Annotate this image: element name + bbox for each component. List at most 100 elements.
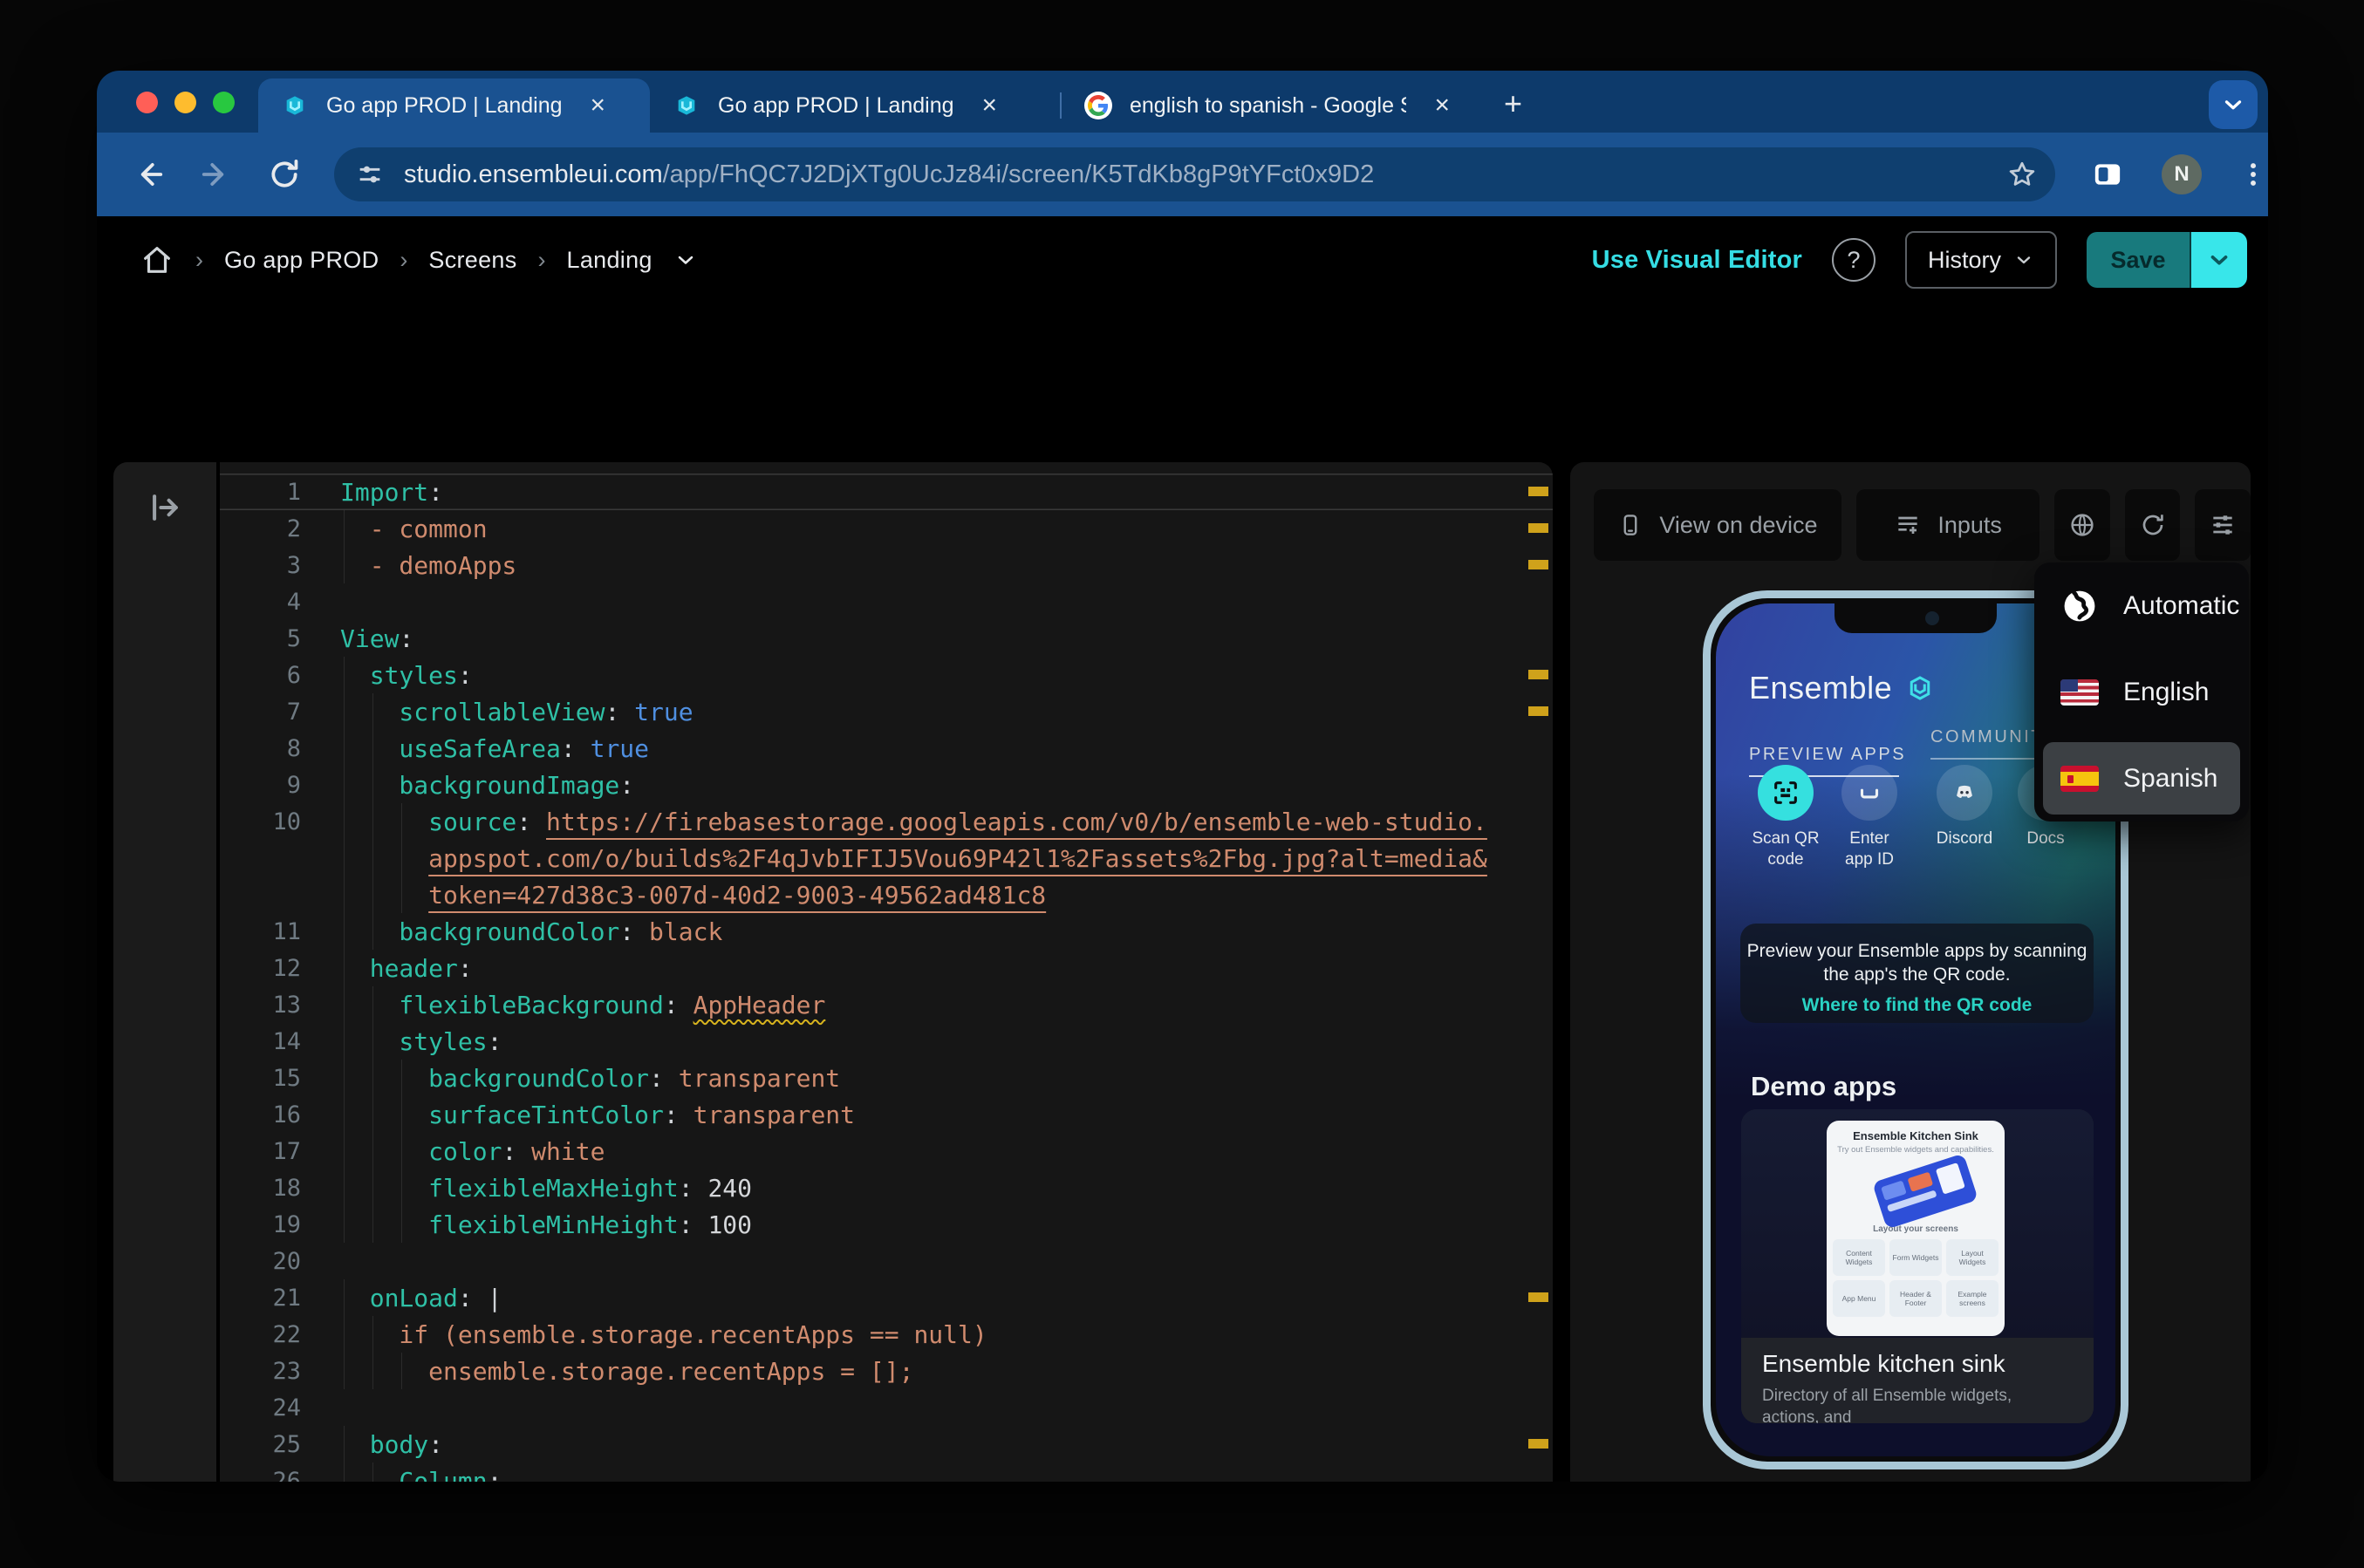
history-button[interactable]: History <box>1904 231 2057 289</box>
window-controls[interactable] <box>136 92 235 113</box>
code-line[interactable]: 5 View: <box>220 620 1553 657</box>
line-number: 16 <box>272 1101 301 1128</box>
zoom-window-button[interactable] <box>213 92 235 113</box>
demo-card-title: Ensemble kitchen sink <box>1762 1350 2005 1377</box>
code-line[interactable]: 4 <box>220 583 1553 620</box>
code-line[interactable]: 13 flexibleBackground: AppHeader <box>220 986 1553 1023</box>
close-tab-icon[interactable]: × <box>585 91 611 120</box>
tab-go-app-prod-1[interactable]: Go app PROD | Landing × <box>258 78 650 133</box>
close-tab-icon[interactable]: × <box>1429 91 1455 120</box>
code-line[interactable]: 26 Column: <box>220 1462 1553 1482</box>
menu-item-spanish[interactable]: Spanish <box>2034 735 2249 821</box>
code-line[interactable]: token=427d38c3-007d-40d2-9003-49562ad481… <box>220 876 1553 913</box>
new-tab-button[interactable]: + <box>1495 85 1531 122</box>
line-number: 19 <box>272 1210 301 1238</box>
qr-scan-icon <box>1774 781 1797 804</box>
code-editor[interactable]: 1 Import: 2 - common 3 - demoApps 4 5 View: 6 s… <box>220 462 1553 1482</box>
code-line[interactable]: 9 backgroundImage: <box>220 767 1553 803</box>
forward-button[interactable] <box>200 158 233 191</box>
code-line[interactable]: 25 body: <box>220 1426 1553 1462</box>
code-line[interactable]: 14 styles: <box>220 1023 1553 1060</box>
code-line[interactable]: 16 surfaceTintColor: transparent <box>220 1096 1553 1133</box>
code-line[interactable]: 6 styles: <box>220 657 1553 693</box>
code-line[interactable]: 15 backgroundColor: transparent <box>220 1060 1553 1096</box>
menu-item-english[interactable]: English <box>2034 649 2249 735</box>
code-line[interactable]: 12 header: <box>220 950 1553 986</box>
language-button[interactable] <box>2054 489 2110 561</box>
code-line[interactable]: 20 <box>220 1243 1553 1279</box>
tab-title: Go app PROD | Landing <box>718 92 954 118</box>
code-line[interactable]: 7 scrollableView: true <box>220 693 1553 730</box>
refresh-button[interactable] <box>2124 489 2181 561</box>
action-label: Docs <box>2026 829 2065 848</box>
avatar[interactable]: N <box>2162 154 2202 194</box>
overview-marker <box>1528 1439 1548 1449</box>
breadcrumb-screen-name[interactable]: Landing <box>567 247 652 274</box>
spain-flag-icon <box>2060 765 2099 792</box>
line-number: 1 <box>286 478 301 506</box>
code-line[interactable]: 3 - demoApps <box>220 547 1553 583</box>
line-number: 10 <box>272 808 301 835</box>
code-line[interactable]: 17 color: white <box>220 1133 1553 1169</box>
save-options-button[interactable] <box>2190 232 2247 288</box>
phone-notch <box>1834 603 1997 633</box>
site-settings-icon[interactable] <box>355 160 385 189</box>
code-line[interactable]: appspot.com/o/builds%2F4qJvbIFIJ5Vou69P4… <box>220 840 1553 876</box>
browser-menu-icon[interactable] <box>2238 160 2268 189</box>
demo-app-card[interactable]: Ensemble Kitchen Sink Try out Ensemble w… <box>1741 1109 2094 1423</box>
menu-item-automatic[interactable]: Automatic <box>2034 562 2249 649</box>
scan-qr-button[interactable] <box>1758 765 1814 821</box>
action-label: Y <box>2091 828 2115 849</box>
code-line[interactable]: 24 <box>220 1389 1553 1426</box>
expand-panel-icon[interactable] <box>146 488 184 531</box>
back-button[interactable] <box>132 158 165 191</box>
close-window-button[interactable] <box>136 92 158 113</box>
save-button[interactable]: Save <box>2087 232 2190 288</box>
thumb-subtitle: Try out Ensemble widgets and capabilitie… <box>1837 1145 1994 1155</box>
home-icon[interactable] <box>140 242 174 277</box>
code-line[interactable]: 19 flexibleMinHeight: 100 <box>220 1206 1553 1243</box>
line-number: 6 <box>286 661 301 689</box>
view-on-device-button[interactable]: View on device <box>1594 489 1841 561</box>
close-tab-icon[interactable]: × <box>977 91 1003 120</box>
tab-google-search[interactable]: english to spanish - Google S × <box>1062 78 1472 133</box>
where-to-find-qr-link[interactable]: Where to find the QR code <box>1802 995 2033 1016</box>
code-line[interactable]: 10 source: https://firebasestorage.googl… <box>220 803 1553 840</box>
breadcrumb-app[interactable]: Go app PROD <box>224 247 379 274</box>
code-line[interactable]: 21 onLoad: | <box>220 1279 1553 1316</box>
use-visual-editor-link[interactable]: Use Visual Editor <box>1592 246 1802 275</box>
code-line[interactable]: 11 backgroundColor: black <box>220 913 1553 950</box>
code-line[interactable]: 22 if (ensemble.storage.recentApps == nu… <box>220 1316 1553 1353</box>
bookmark-star-icon[interactable] <box>2006 159 2038 190</box>
minimize-window-button[interactable] <box>174 92 196 113</box>
code-line[interactable]: 23 ensemble.storage.recentApps = []; <box>220 1353 1553 1389</box>
inputs-icon <box>1898 516 1918 534</box>
code-line[interactable]: 1 Import: <box>220 474 1553 510</box>
qr-info-card: Preview your Ensemble apps by scanning t… <box>1740 924 2094 1023</box>
inputs-button[interactable]: Inputs <box>1855 489 2040 561</box>
chevron-down-icon[interactable] <box>673 248 698 272</box>
action-label: Enter app ID <box>1845 829 1894 869</box>
editor-side-rail <box>113 462 216 1482</box>
url-text[interactable]: studio.ensembleui.com/app/FhQC7J2DjXTg0U… <box>404 160 2006 189</box>
line-number: 21 <box>272 1284 301 1312</box>
code-line[interactable]: 18 flexibleMaxHeight: 240 <box>220 1169 1553 1206</box>
action-label: Discord <box>1936 829 1993 848</box>
tab-search-chevron-button[interactable] <box>2209 80 2258 129</box>
ensemble-favicon-icon <box>678 96 695 115</box>
overview-marker <box>1528 523 1548 533</box>
tab-go-app-prod-2[interactable]: Go app PROD | Landing × <box>650 78 1060 133</box>
enter-app-id-button[interactable] <box>1841 765 1897 821</box>
address-bar[interactable]: studio.ensembleui.com/app/FhQC7J2DjXTg0U… <box>334 147 2055 201</box>
discord-button[interactable] <box>1937 765 1992 821</box>
code-line[interactable]: 2 - common <box>220 510 1553 547</box>
help-icon[interactable]: ? <box>1831 238 1875 282</box>
globe-icon <box>2071 514 2094 536</box>
overview-marker <box>1528 487 1548 496</box>
side-panel-icon[interactable] <box>2090 157 2125 192</box>
code-line[interactable]: 8 useSafeArea: true <box>220 730 1553 767</box>
breadcrumb-screens[interactable]: Screens <box>428 247 516 274</box>
preview-settings-button[interactable] <box>2195 489 2251 561</box>
line-number: 4 <box>286 588 301 616</box>
reload-button[interactable] <box>268 158 301 191</box>
